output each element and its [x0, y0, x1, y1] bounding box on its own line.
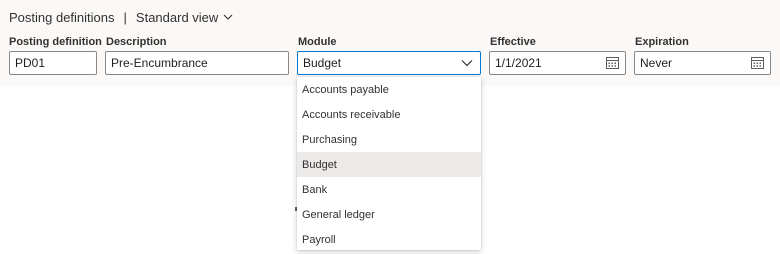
module-label: Module: [298, 36, 337, 48]
page-title: Posting definitions: [9, 9, 115, 25]
option-label: General ledger: [302, 208, 375, 221]
description-value: Pre-Encumbrance: [111, 56, 208, 70]
module-option-payroll[interactable]: Payroll: [297, 227, 481, 252]
module-option-bank[interactable]: Bank: [297, 177, 481, 202]
expiration-label: Expiration: [635, 36, 689, 48]
option-label: Budget: [302, 158, 337, 171]
page-header: Posting definitions | Standard view: [9, 8, 233, 26]
view-selector-label: Standard view: [135, 9, 219, 25]
option-label: Purchasing: [302, 133, 358, 146]
effective-value: 1/1/2021: [495, 56, 542, 70]
effective-label: Effective: [490, 36, 536, 48]
effective-date-field[interactable]: 1/1/2021: [489, 51, 626, 75]
posting-definition-field[interactable]: PD01: [9, 51, 97, 75]
posting-definition-value: PD01: [15, 56, 46, 70]
chevron-down-icon: [223, 14, 233, 20]
calendar-icon[interactable]: [604, 55, 620, 71]
module-option-purchasing[interactable]: Purchasing: [297, 127, 481, 152]
description-field[interactable]: Pre-Encumbrance: [105, 51, 289, 75]
module-option-accounts-receivable[interactable]: Accounts receivable: [297, 102, 481, 127]
view-selector[interactable]: Standard view: [136, 10, 233, 25]
module-option-general-ledger[interactable]: General ledger: [297, 202, 481, 227]
module-select[interactable]: Budget: [297, 51, 481, 75]
title-separator: |: [123, 9, 127, 25]
module-dropdown-list[interactable]: Accounts payable Accounts receivable Pur…: [297, 77, 481, 250]
option-label: Bank: [302, 183, 328, 196]
module-value: Budget: [303, 56, 342, 70]
option-label: Payroll: [302, 233, 336, 246]
posting-definition-label: Posting definition: [9, 36, 102, 48]
chevron-down-icon[interactable]: [459, 55, 475, 71]
option-label: Accounts payable: [302, 83, 389, 96]
module-option-budget[interactable]: Budget: [297, 152, 481, 177]
expiration-value: Never: [640, 56, 673, 70]
description-label: Description: [106, 36, 167, 48]
calendar-icon[interactable]: [749, 55, 765, 71]
option-label: Accounts receivable: [302, 108, 401, 121]
expiration-date-field[interactable]: Never: [634, 51, 771, 75]
module-option-accounts-payable[interactable]: Accounts payable: [297, 77, 481, 102]
